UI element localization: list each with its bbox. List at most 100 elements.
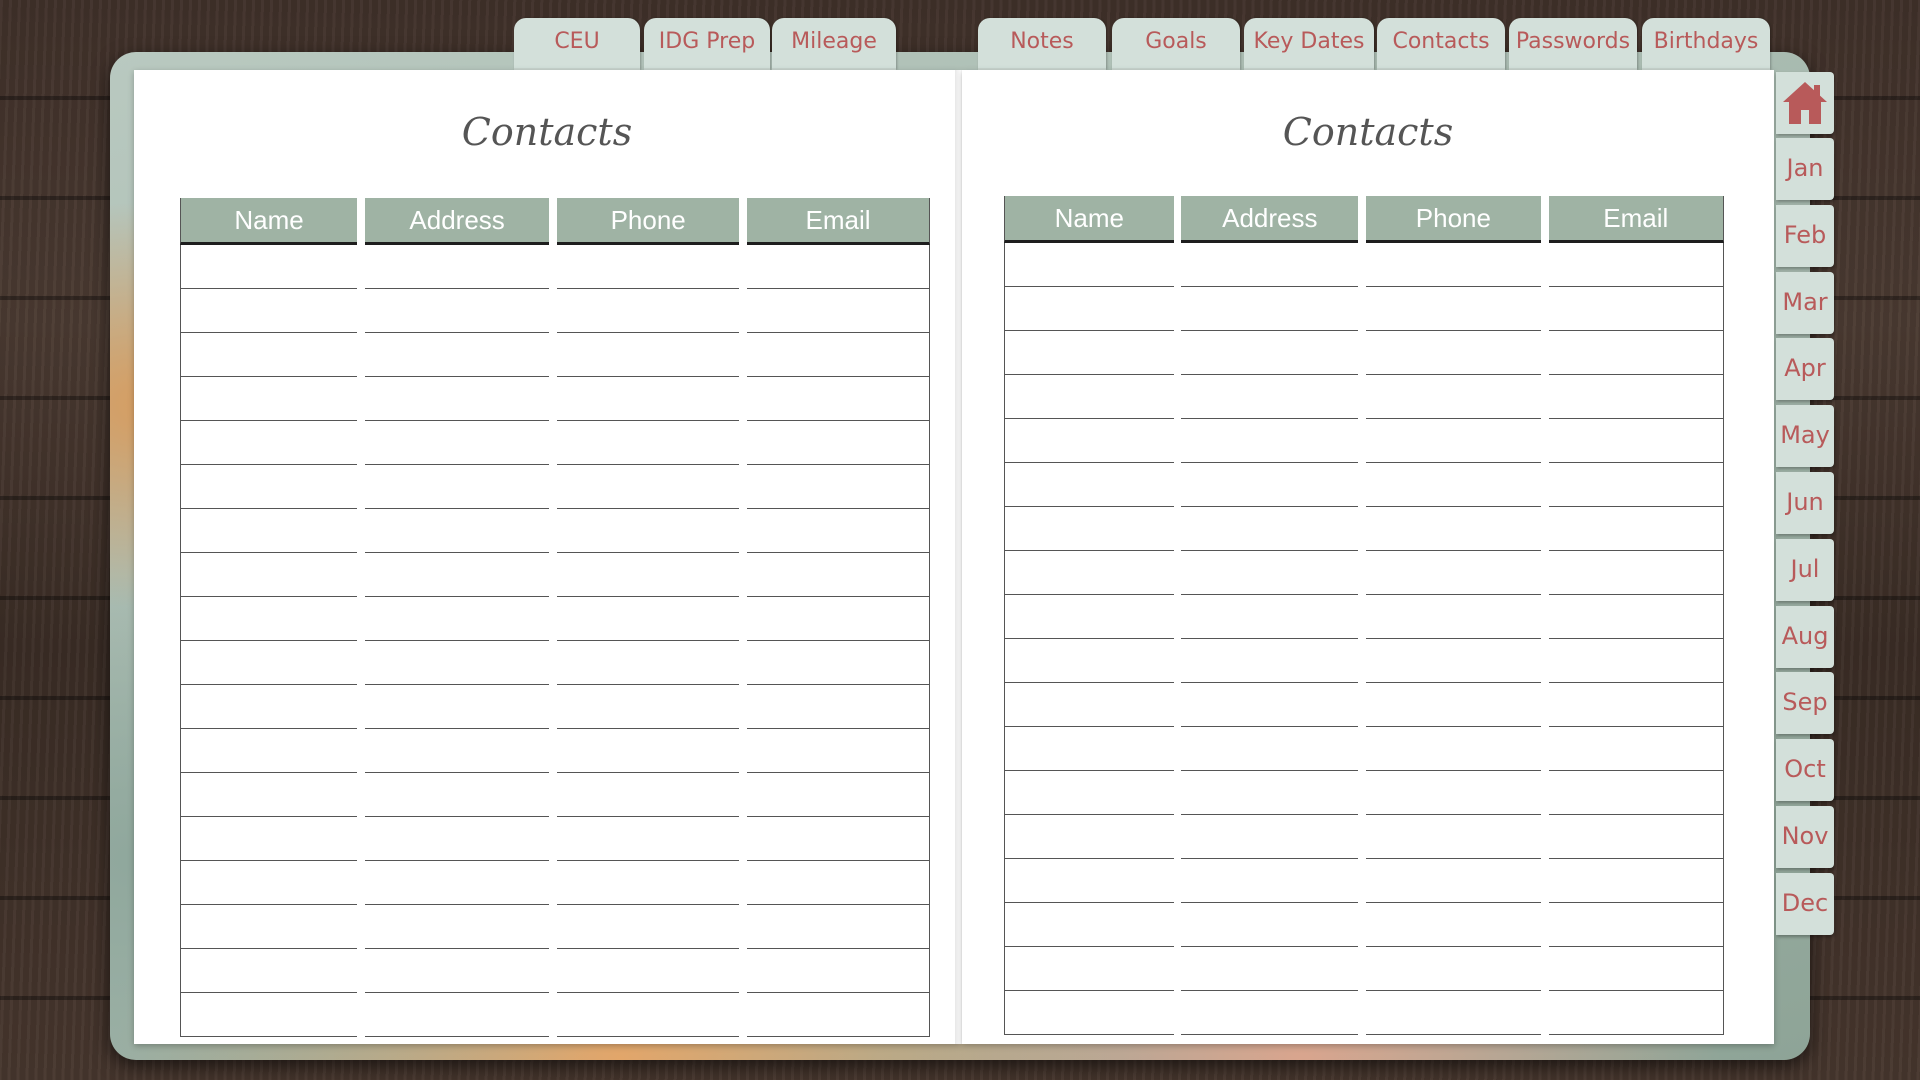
address-cell[interactable] bbox=[364, 289, 550, 333]
month-tab-oct[interactable]: Oct bbox=[1776, 739, 1834, 802]
month-tab-may[interactable]: May bbox=[1776, 405, 1834, 468]
month-tab-feb[interactable]: Feb bbox=[1776, 204, 1834, 267]
address-cell[interactable] bbox=[1181, 419, 1359, 463]
address-cell[interactable] bbox=[364, 905, 550, 949]
name-cell[interactable] bbox=[1004, 419, 1174, 463]
address-cell[interactable] bbox=[1181, 551, 1359, 595]
phone-cell[interactable] bbox=[1366, 859, 1541, 903]
email-cell[interactable] bbox=[747, 993, 930, 1037]
name-cell[interactable] bbox=[180, 817, 358, 861]
phone-cell[interactable] bbox=[557, 993, 740, 1037]
phone-cell[interactable] bbox=[1366, 815, 1541, 859]
name-cell[interactable] bbox=[180, 553, 358, 597]
address-cell[interactable] bbox=[364, 817, 550, 861]
phone-cell[interactable] bbox=[557, 377, 740, 421]
address-cell[interactable] bbox=[1181, 331, 1359, 375]
email-cell[interactable] bbox=[1548, 331, 1724, 375]
name-cell[interactable] bbox=[1004, 331, 1174, 375]
phone-cell[interactable] bbox=[557, 641, 740, 685]
month-tab-jun[interactable]: Jun bbox=[1776, 472, 1834, 534]
tab-birthdays[interactable]: Birthdays bbox=[1642, 18, 1770, 70]
address-cell[interactable] bbox=[1181, 639, 1359, 683]
email-cell[interactable] bbox=[747, 465, 930, 509]
address-cell[interactable] bbox=[364, 377, 550, 421]
phone-cell[interactable] bbox=[1366, 419, 1541, 463]
email-cell[interactable] bbox=[1548, 375, 1724, 419]
phone-cell[interactable] bbox=[557, 245, 740, 289]
phone-cell[interactable] bbox=[557, 949, 740, 993]
phone-cell[interactable] bbox=[557, 773, 740, 817]
email-cell[interactable] bbox=[747, 377, 930, 421]
phone-cell[interactable] bbox=[1366, 463, 1541, 507]
email-cell[interactable] bbox=[747, 729, 930, 773]
tab-idg-prep[interactable]: IDG Prep bbox=[644, 18, 770, 70]
address-cell[interactable] bbox=[364, 861, 550, 905]
phone-cell[interactable] bbox=[1366, 683, 1541, 727]
name-cell[interactable] bbox=[1004, 771, 1174, 815]
email-cell[interactable] bbox=[747, 289, 930, 333]
email-cell[interactable] bbox=[1548, 595, 1724, 639]
tab-passwords[interactable]: Passwords bbox=[1509, 18, 1637, 70]
name-cell[interactable] bbox=[1004, 815, 1174, 859]
name-cell[interactable] bbox=[180, 641, 358, 685]
name-cell[interactable] bbox=[180, 289, 358, 333]
name-cell[interactable] bbox=[180, 509, 358, 553]
tab-goals[interactable]: Goals bbox=[1112, 18, 1240, 70]
email-cell[interactable] bbox=[1548, 551, 1724, 595]
phone-cell[interactable] bbox=[557, 817, 740, 861]
email-cell[interactable] bbox=[747, 773, 930, 817]
email-cell[interactable] bbox=[1548, 859, 1724, 903]
phone-cell[interactable] bbox=[1366, 507, 1541, 551]
phone-cell[interactable] bbox=[1366, 331, 1541, 375]
address-cell[interactable] bbox=[364, 509, 550, 553]
phone-cell[interactable] bbox=[1366, 771, 1541, 815]
address-cell[interactable] bbox=[364, 333, 550, 377]
phone-cell[interactable] bbox=[557, 729, 740, 773]
address-cell[interactable] bbox=[1181, 771, 1359, 815]
month-tab-jan[interactable]: Jan bbox=[1776, 138, 1834, 200]
name-cell[interactable] bbox=[180, 421, 358, 465]
email-cell[interactable] bbox=[1548, 947, 1724, 991]
tab-ceu[interactable]: CEU bbox=[514, 18, 640, 70]
name-cell[interactable] bbox=[180, 333, 358, 377]
email-cell[interactable] bbox=[1548, 639, 1724, 683]
address-cell[interactable] bbox=[364, 729, 550, 773]
name-cell[interactable] bbox=[1004, 595, 1174, 639]
phone-cell[interactable] bbox=[1366, 947, 1541, 991]
email-cell[interactable] bbox=[1548, 419, 1724, 463]
email-cell[interactable] bbox=[747, 685, 930, 729]
phone-cell[interactable] bbox=[1366, 595, 1541, 639]
phone-cell[interactable] bbox=[557, 509, 740, 553]
phone-cell[interactable] bbox=[557, 289, 740, 333]
phone-cell[interactable] bbox=[557, 421, 740, 465]
month-tab-jul[interactable]: Jul bbox=[1776, 538, 1834, 601]
phone-cell[interactable] bbox=[1366, 727, 1541, 771]
email-cell[interactable] bbox=[747, 509, 930, 553]
email-cell[interactable] bbox=[747, 861, 930, 905]
address-cell[interactable] bbox=[364, 641, 550, 685]
phone-cell[interactable] bbox=[557, 553, 740, 597]
name-cell[interactable] bbox=[1004, 243, 1174, 287]
name-cell[interactable] bbox=[1004, 727, 1174, 771]
email-cell[interactable] bbox=[1548, 287, 1724, 331]
home-tab[interactable] bbox=[1776, 72, 1834, 134]
name-cell[interactable] bbox=[180, 949, 358, 993]
address-cell[interactable] bbox=[364, 949, 550, 993]
address-cell[interactable] bbox=[1181, 727, 1359, 771]
email-cell[interactable] bbox=[747, 597, 930, 641]
tab-notes[interactable]: Notes bbox=[978, 18, 1106, 70]
phone-cell[interactable] bbox=[557, 333, 740, 377]
email-cell[interactable] bbox=[1548, 815, 1724, 859]
phone-cell[interactable] bbox=[557, 597, 740, 641]
name-cell[interactable] bbox=[1004, 639, 1174, 683]
name-cell[interactable] bbox=[180, 377, 358, 421]
phone-cell[interactable] bbox=[1366, 551, 1541, 595]
name-cell[interactable] bbox=[180, 773, 358, 817]
email-cell[interactable] bbox=[1548, 991, 1724, 1035]
tab-mileage[interactable]: Mileage bbox=[772, 18, 896, 70]
name-cell[interactable] bbox=[180, 993, 358, 1037]
phone-cell[interactable] bbox=[1366, 991, 1541, 1035]
address-cell[interactable] bbox=[1181, 903, 1359, 947]
address-cell[interactable] bbox=[1181, 991, 1359, 1035]
email-cell[interactable] bbox=[747, 245, 930, 289]
